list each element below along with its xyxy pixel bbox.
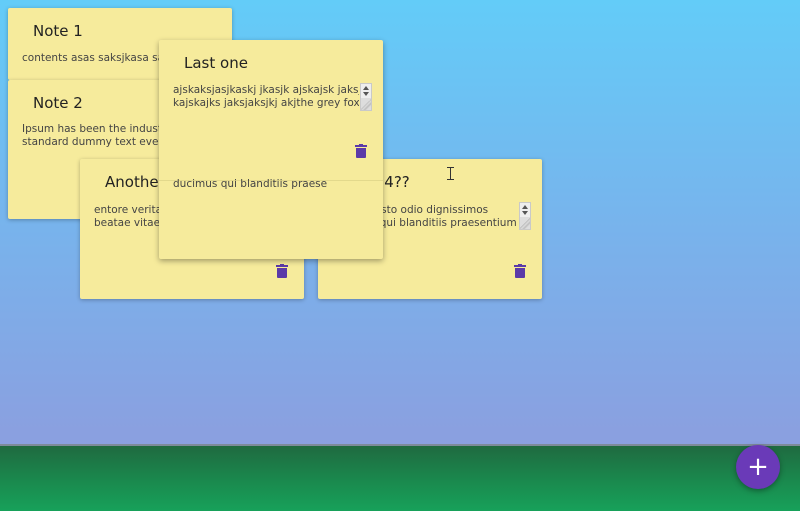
note-card-5[interactable]: Last one ajskaksjasjkaskj jkasjk ajskajs… <box>159 40 383 259</box>
text-cursor-icon <box>447 167 454 180</box>
add-note-button[interactable]: + <box>736 445 780 489</box>
note-title[interactable]: Note 1 <box>33 22 83 40</box>
ground-strip <box>0 444 800 511</box>
note-body[interactable]: ajskaksjasjkaskj jkasjk ajskajsk jaksj k… <box>173 84 359 110</box>
trash-icon[interactable] <box>355 144 367 158</box>
trash-icon[interactable] <box>276 264 288 278</box>
note-title[interactable]: Another <box>105 173 165 191</box>
note-title[interactable]: Last one <box>184 54 248 72</box>
note-overflow-text: ducimus qui blanditiis praese <box>173 178 328 190</box>
trash-icon[interactable] <box>514 264 526 278</box>
textarea-scrollbar[interactable] <box>519 202 531 230</box>
note-title[interactable]: Note 2 <box>33 94 83 112</box>
textarea-scrollbar[interactable] <box>360 83 372 111</box>
